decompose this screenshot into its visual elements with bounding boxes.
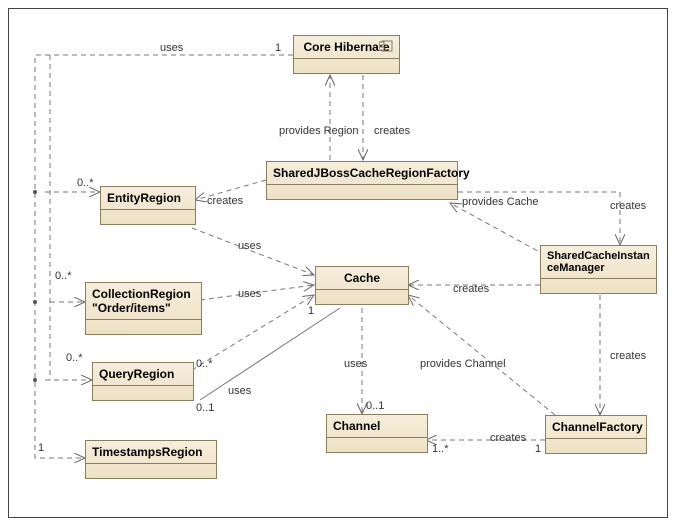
query-title: QueryRegion — [93, 363, 193, 386]
channel-factory-class: ChannelFactory — [545, 415, 647, 454]
mult-core-one: 1 — [275, 42, 281, 54]
creates-label-6: creates — [490, 432, 526, 444]
shared-cache-instance-manager-class: SharedCacheInstanceManager — [540, 245, 657, 294]
channelfactory-title: ChannelFactory — [546, 416, 646, 439]
provides-cache-label: provides Cache — [462, 196, 538, 208]
collection-region-class: CollectionRegion "Order/items" — [85, 282, 202, 335]
provides-channel-label: provides Channel — [420, 358, 506, 370]
mult-collection-many: 0..* — [55, 270, 72, 282]
creates-label-5: creates — [610, 350, 646, 362]
uses-label-3: uses — [238, 240, 261, 252]
mult-ts-zeroone: 0..1 — [196, 402, 214, 414]
creates-label-2: creates — [207, 195, 243, 207]
uses-label: uses — [160, 42, 183, 54]
creates-label-3: creates — [610, 200, 646, 212]
uses-label-5: uses — [228, 385, 251, 397]
mult-cfactory-one: 1 — [535, 443, 541, 455]
manager-title: SharedCacheInstanceManager — [541, 246, 656, 279]
creates-label: creates — [374, 125, 410, 137]
mult-query-zero: 0..* — [196, 358, 213, 370]
core-hibernate-component: Core Hibernate — [293, 35, 400, 74]
timestamps-region-class: TimestampsRegion — [85, 440, 217, 479]
diagram-canvas: Factory --> Core --> EntityRegion --> Sh… — [0, 0, 676, 525]
cache-title: Cache — [316, 267, 408, 290]
provides-region-label: provides Region — [279, 125, 359, 137]
mult-channel-oneplus: 1..* — [432, 443, 449, 455]
channel-title: Channel — [327, 415, 427, 438]
shared-region-factory-class: SharedJBossCacheRegionFactory — [266, 161, 458, 200]
uses-label-2: uses — [344, 358, 367, 370]
entity-region-class: EntityRegion — [100, 186, 196, 225]
mult-query-many: 0..* — [66, 352, 83, 364]
query-region-class: QueryRegion — [92, 362, 194, 401]
cache-class: Cache — [315, 266, 409, 305]
mult-cache-one: 1 — [308, 305, 314, 317]
channel-class: Channel — [326, 414, 428, 453]
component-icon — [379, 40, 393, 52]
creates-label-4: creates — [453, 283, 489, 295]
mult-timestamps-one: 1 — [38, 442, 44, 454]
mult-channel-zeroone: 0..1 — [366, 400, 384, 412]
timestamps-title: TimestampsRegion — [86, 441, 216, 464]
mult-entity-many: 0..* — [77, 177, 94, 189]
uses-label-4: uses — [238, 288, 261, 300]
collection-title: CollectionRegion "Order/items" — [86, 283, 201, 320]
factory-title: SharedJBossCacheRegionFactory — [267, 162, 457, 185]
entity-title: EntityRegion — [101, 187, 195, 210]
